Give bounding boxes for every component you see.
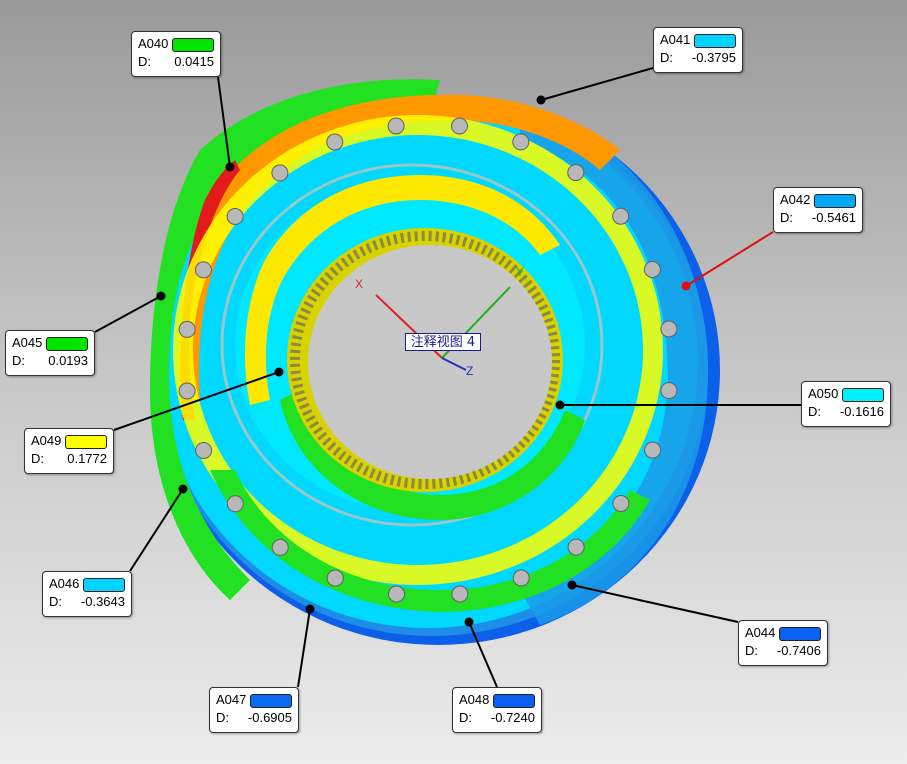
deviation-color-swatch	[46, 337, 88, 351]
bolt-hole	[195, 442, 213, 459]
bolt-hole	[512, 133, 530, 151]
bolt-hole	[226, 495, 244, 513]
leader-line-a042	[685, 231, 774, 287]
deviation-label: D:	[660, 50, 673, 65]
bolt-hole	[451, 585, 469, 603]
bolt-hole	[194, 261, 212, 279]
bolt-hole	[512, 569, 530, 587]
bolt-hole	[643, 261, 661, 278]
callout-id: A050	[808, 386, 839, 401]
deviation-label: D:	[459, 710, 472, 725]
deviation-value: -0.7406	[776, 643, 821, 658]
bolt-hole	[271, 538, 289, 556]
anchor-point-a042[interactable]	[681, 281, 691, 291]
bolt-hole	[567, 164, 585, 182]
anchor-point-a044[interactable]	[567, 580, 577, 590]
bolt-hole	[660, 382, 678, 400]
callout-a049[interactable]: A049 D: 0.1772	[24, 428, 114, 474]
deviation-value: 0.0415	[174, 54, 214, 69]
leader-line-a044	[571, 584, 739, 623]
anchor-point-a047[interactable]	[305, 604, 315, 614]
bolt-hole	[567, 538, 585, 556]
view-name-label: 注释视图 4	[405, 333, 481, 351]
anchor-point-a046[interactable]	[178, 484, 188, 494]
deviation-value: -0.3643	[80, 594, 125, 609]
deviation-label: D:	[745, 643, 758, 658]
callout-a042[interactable]: A042 D: -0.5461	[773, 187, 863, 233]
deviation-color-swatch	[814, 194, 856, 208]
callout-id: A045	[12, 335, 43, 350]
bolt-hole	[178, 320, 196, 338]
deviation-color-swatch	[83, 578, 125, 592]
callout-a050[interactable]: A050 D: -0.1616	[801, 381, 891, 427]
deviation-value: -0.7240	[490, 710, 535, 725]
deviation-color-swatch	[65, 435, 107, 449]
deviation-label: D:	[31, 451, 44, 466]
leader-line-a041	[540, 67, 654, 101]
deviation-label: D:	[808, 404, 821, 419]
callout-id: A048	[459, 692, 490, 707]
z-axis-label: Z	[466, 364, 473, 378]
callout-id: A040	[138, 36, 169, 51]
callout-a046[interactable]: A046 D: -0.3643	[42, 571, 132, 617]
x-axis-label: X	[355, 277, 363, 291]
bolt-hole	[612, 207, 630, 225]
anchor-point-a041[interactable]	[536, 95, 546, 105]
deviation-label: D:	[780, 210, 793, 225]
callout-a041[interactable]: A041 D: -0.3795	[653, 27, 743, 73]
bolt-hole	[388, 585, 405, 603]
anchor-point-a050[interactable]	[555, 400, 565, 410]
bolt-hole	[660, 320, 678, 338]
anchor-point-a045[interactable]	[156, 291, 166, 301]
deviation-value: -0.6905	[247, 710, 292, 725]
bolt-hole	[271, 164, 289, 182]
callout-id: A049	[31, 433, 62, 448]
bolt-hole	[387, 117, 405, 135]
deviation-color-swatch	[779, 627, 821, 641]
bolt-hole	[451, 117, 468, 135]
deviation-value: 0.0193	[48, 353, 88, 368]
bolt-hole	[226, 208, 244, 225]
callout-a047[interactable]: A047 D: -0.6905	[209, 687, 299, 733]
deviation-label: D:	[138, 54, 151, 69]
deviation-color-swatch	[172, 38, 214, 52]
deviation-value: -0.3795	[691, 50, 736, 65]
center-bore	[308, 245, 552, 479]
callout-id: A047	[216, 692, 247, 707]
deviation-color-swatch	[493, 694, 535, 708]
deviation-label: D:	[216, 710, 229, 725]
leader-line-a045	[94, 295, 162, 333]
anchor-point-a040[interactable]	[225, 162, 235, 172]
callout-a044[interactable]: A044 D: -0.7406	[738, 620, 828, 666]
leader-line-a046	[129, 488, 184, 572]
callout-id: A044	[745, 625, 776, 640]
callout-id: A042	[780, 192, 811, 207]
deviation-label: D:	[12, 353, 25, 368]
bolt-hole	[644, 441, 662, 459]
deviation-value: -0.1616	[839, 404, 884, 419]
deviation-color-swatch	[694, 34, 736, 48]
deviation-label: D:	[49, 594, 62, 609]
deviation-color-swatch	[842, 388, 884, 402]
deviation-color-swatch	[250, 694, 292, 708]
3d-viewport[interactable]: X Y Z 注释视图 4 A040 D: 0.0415 A041 D: -0.3795 A0…	[0, 0, 907, 764]
y-axis-label: Y	[516, 265, 524, 279]
callout-id: A046	[49, 576, 80, 591]
anchor-point-a048[interactable]	[464, 617, 474, 627]
callout-id: A041	[660, 32, 691, 47]
deviation-value: 0.1772	[67, 451, 107, 466]
callout-a040[interactable]: A040 D: 0.0415	[131, 31, 221, 77]
leader-line-a047	[297, 608, 311, 688]
bolt-hole	[326, 133, 344, 151]
deviation-value: -0.5461	[811, 210, 856, 225]
anchor-point-a049[interactable]	[274, 367, 284, 377]
callout-a048[interactable]: A048 D: -0.7240	[452, 687, 542, 733]
bolt-hole	[178, 382, 196, 400]
callout-a045[interactable]: A045 D: 0.0193	[5, 330, 95, 376]
bolt-hole	[612, 495, 630, 512]
bolt-hole	[326, 569, 344, 587]
